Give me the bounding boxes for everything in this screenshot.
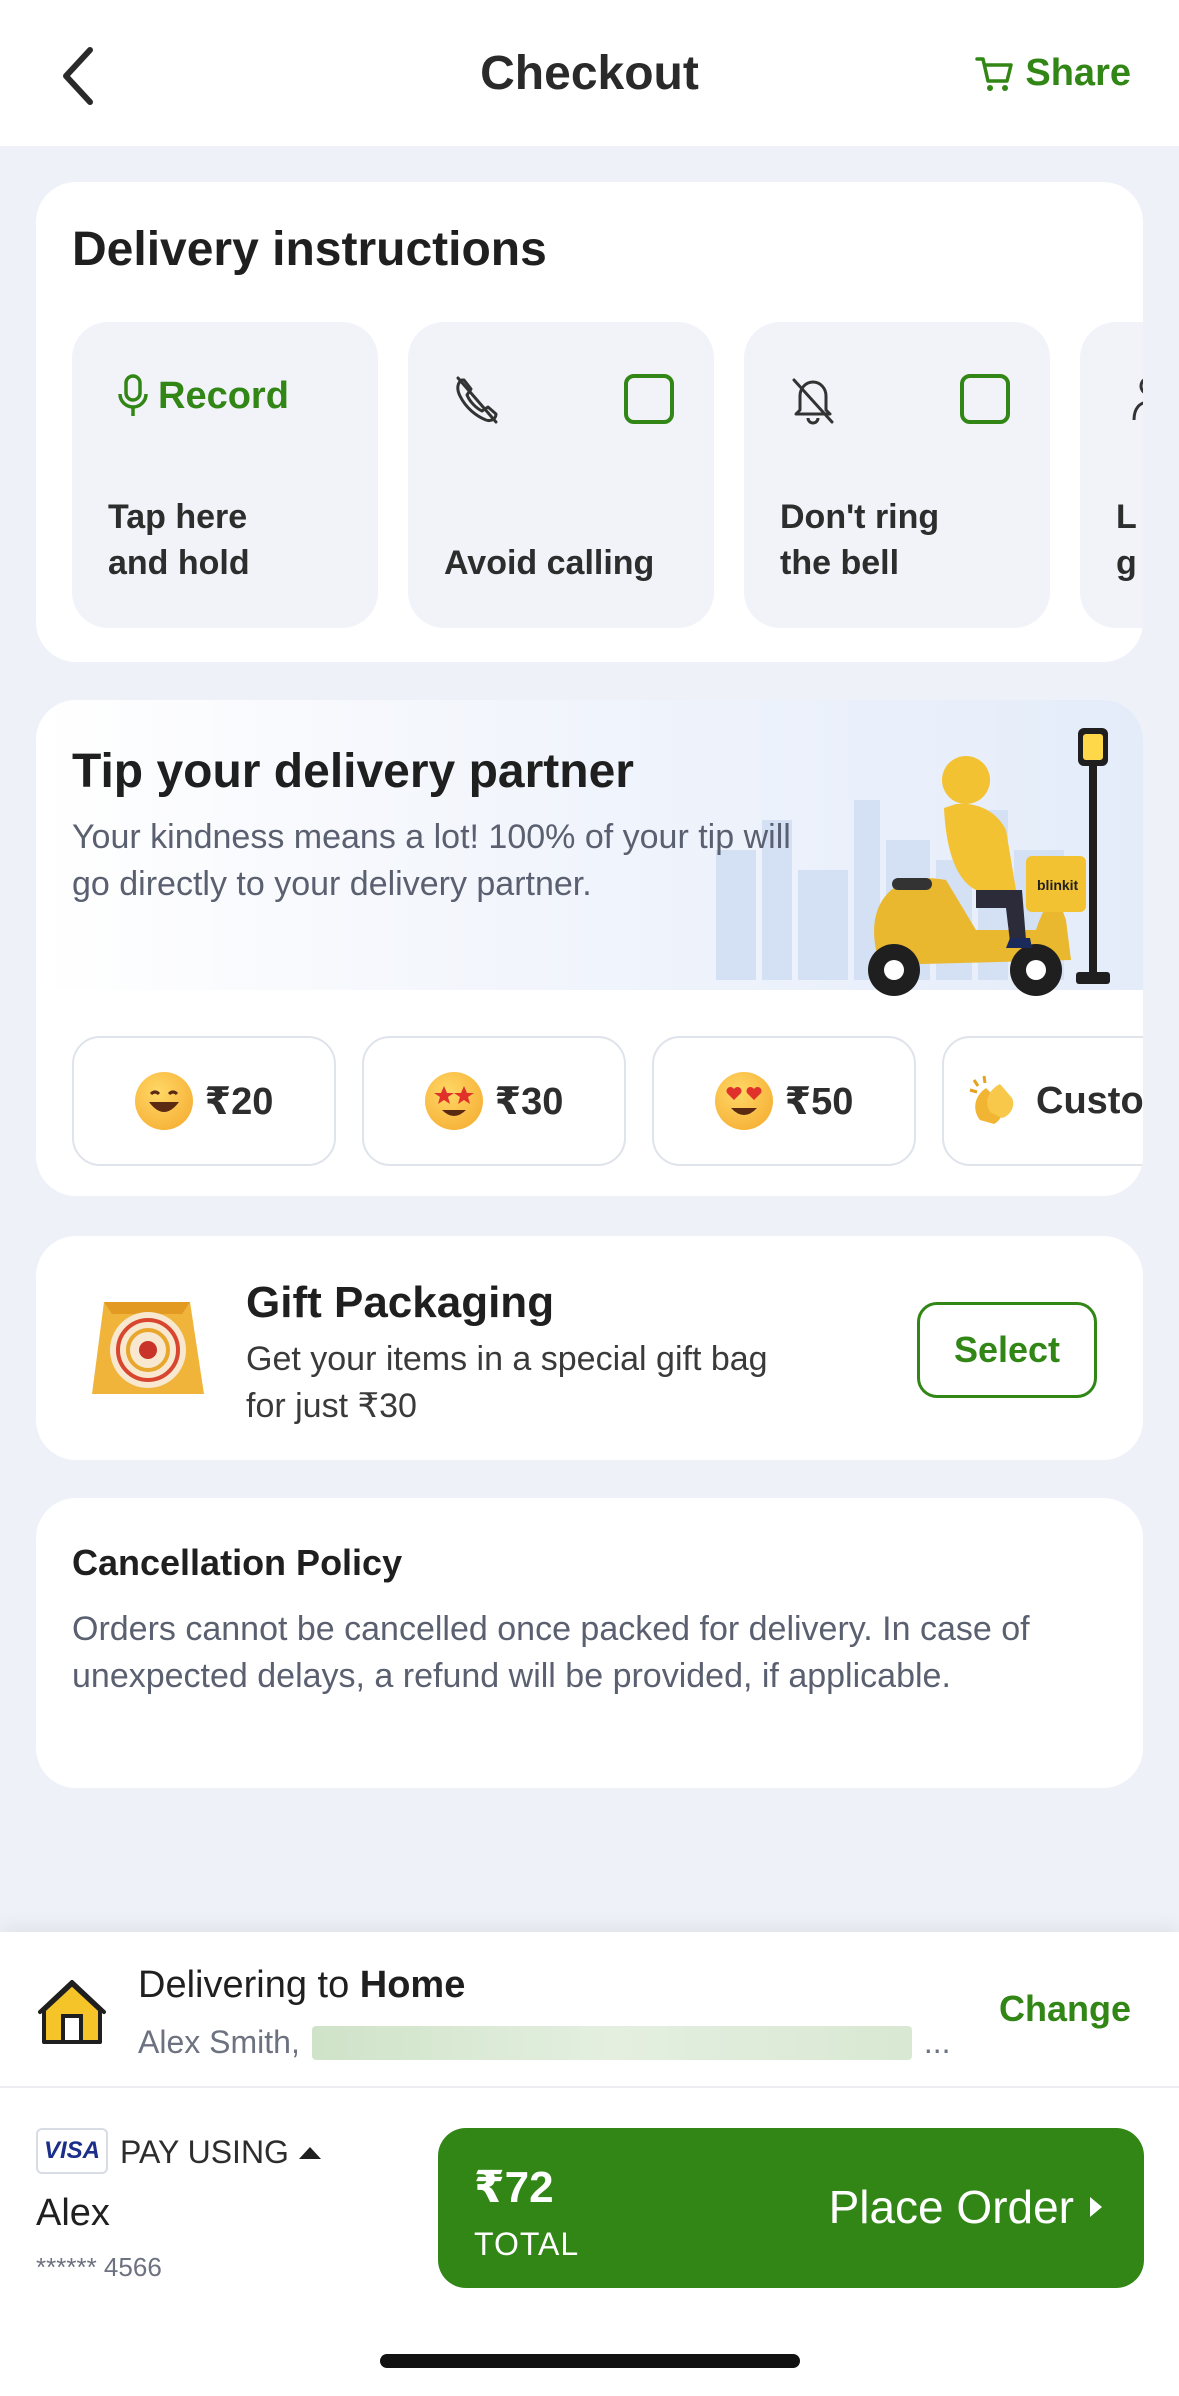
address-name: Alex Smith, [138,2024,300,2060]
delivering-to-place: Home [359,1964,466,2006]
share-label: Share [1025,52,1131,94]
order-total: ₹72 [474,2163,554,2212]
guard-icon [1132,378,1143,421]
record-button[interactable]: Record [116,374,289,418]
place-order-button[interactable]: ₹72 TOTAL Place Order [438,2128,1144,2288]
address-redacted [311,2025,912,2060]
home-indicator[interactable] [380,2354,800,2368]
tip-option-30[interactable]: ₹30 [362,1036,626,1166]
scooter-brand: blinkit [1037,877,1079,893]
record-hint: Tap here and hold [108,494,358,586]
visa-card-icon: VISA [36,2128,108,2174]
heart-eyes-face-icon [714,1072,773,1130]
delivering-to-prefix: Delivering to [138,1964,360,2006]
gift-packaging-description: Get your items in a special gift bag for… [246,1340,768,1425]
leave-with-guard-card[interactable]: L g [1080,322,1143,628]
cancellation-policy-text: Orders cannot be cancelled once packed f… [72,1610,1030,1695]
record-hint-line1: Tap here [108,498,248,536]
payment-card-number: ****** 4566 [36,2252,162,2282]
microphone-icon [118,374,148,416]
delivery-instructions-card: Delivery instructions Record Tap here an… [36,182,1143,662]
gift-select-button[interactable]: Select [917,1302,1097,1398]
tip-description: Your kindness means a lot! 100% of your … [72,818,791,903]
dont-ring-bell-line2: the bell [780,544,900,582]
delivery-instructions-scroller[interactable]: Record Tap here and hold Avoid calling D… [72,322,1143,632]
dont-ring-bell-card[interactable]: Don't ring the bell [744,322,1050,628]
home-icon [38,1980,106,2044]
tip-option-50[interactable]: ₹50 [652,1036,916,1166]
avoid-calling-checkbox[interactable] [624,374,674,424]
avoid-calling-label: Avoid calling [444,544,655,582]
tip-option-custom[interactable]: Custo [942,1036,1143,1166]
gift-packaging-title: Gift Packaging [246,1278,555,1327]
delivery-address-row: Delivering to Home Alex Smith, ... Chang… [0,1932,1179,2088]
dont-ring-bell-checkbox[interactable] [960,374,1010,424]
tip-option-20[interactable]: ₹20 [72,1036,336,1166]
checkout-bottom-bar: Delivering to Home Alex Smith, ... Chang… [0,1932,1179,2396]
leave-with-guard-line1: L [1116,498,1137,536]
payment-method-selector[interactable]: VISA PAY USING Alex ****** 4566 [36,2128,416,2288]
avoid-calling-card[interactable]: Avoid calling [408,322,714,628]
order-total-label: TOTAL [474,2226,580,2262]
clapping-hands-icon [969,1075,1014,1124]
header: Checkout Share [0,0,1179,146]
tip-amount-20: ₹20 [204,1080,274,1123]
leave-with-guard-line2: g [1116,544,1137,582]
grinning-face-icon [134,1072,193,1130]
chevron-right-icon [1090,2197,1102,2217]
phone-off-icon [456,376,498,424]
change-address-button[interactable]: Change [999,1988,1131,2030]
pay-using-label: PAY USING [120,2134,289,2170]
bell-off-icon [792,378,834,425]
record-instruction-card[interactable]: Record Tap here and hold [72,322,378,628]
record-hint-line2: and hold [108,544,250,582]
place-order-label: Place Order [828,2181,1074,2233]
address-line: Alex Smith, ... [138,2024,951,2061]
tip-amount-scroller[interactable]: ₹20 ₹30 ₹50 Custo [72,1036,1143,1170]
star-struck-face-icon [424,1072,483,1130]
caret-up-icon [298,2146,321,2159]
delivery-scooter-illustration: blinkit [868,728,1110,996]
pay-using-toggle[interactable]: PAY USING [120,2134,321,2171]
cancellation-policy-card: Cancellation Policy Orders cannot be can… [36,1498,1143,1788]
address-ellipsis: ... [923,2024,951,2060]
leave-with-guard-label: L g [1116,494,1143,586]
dont-ring-bell-label: Don't ring the bell [780,494,1030,586]
gift-packaging-card: Gift Packaging Get your items in a speci… [36,1236,1143,1460]
tip-amount-50: ₹50 [784,1080,854,1123]
tip-custom-label: Custo [1036,1079,1143,1122]
delivery-instructions-title: Delivery instructions [72,223,547,276]
record-label: Record [158,374,289,417]
cancellation-policy-title: Cancellation Policy [72,1542,403,1583]
payment-holder-name: Alex [36,2192,110,2234]
place-order-label-wrap: Place Order [829,2180,1102,2234]
dont-ring-bell-line1: Don't ring [780,498,940,536]
gift-bag-image [92,1302,204,1394]
cart-icon [975,56,1014,91]
share-button[interactable]: Share [975,52,1131,95]
delivering-to-label: Delivering to Home [138,1964,465,2007]
tip-card: Tip your delivery partner Your kindness … [36,700,1143,1196]
tip-title: Tip your delivery partner [72,745,634,798]
tip-amount-30: ₹30 [494,1080,564,1123]
